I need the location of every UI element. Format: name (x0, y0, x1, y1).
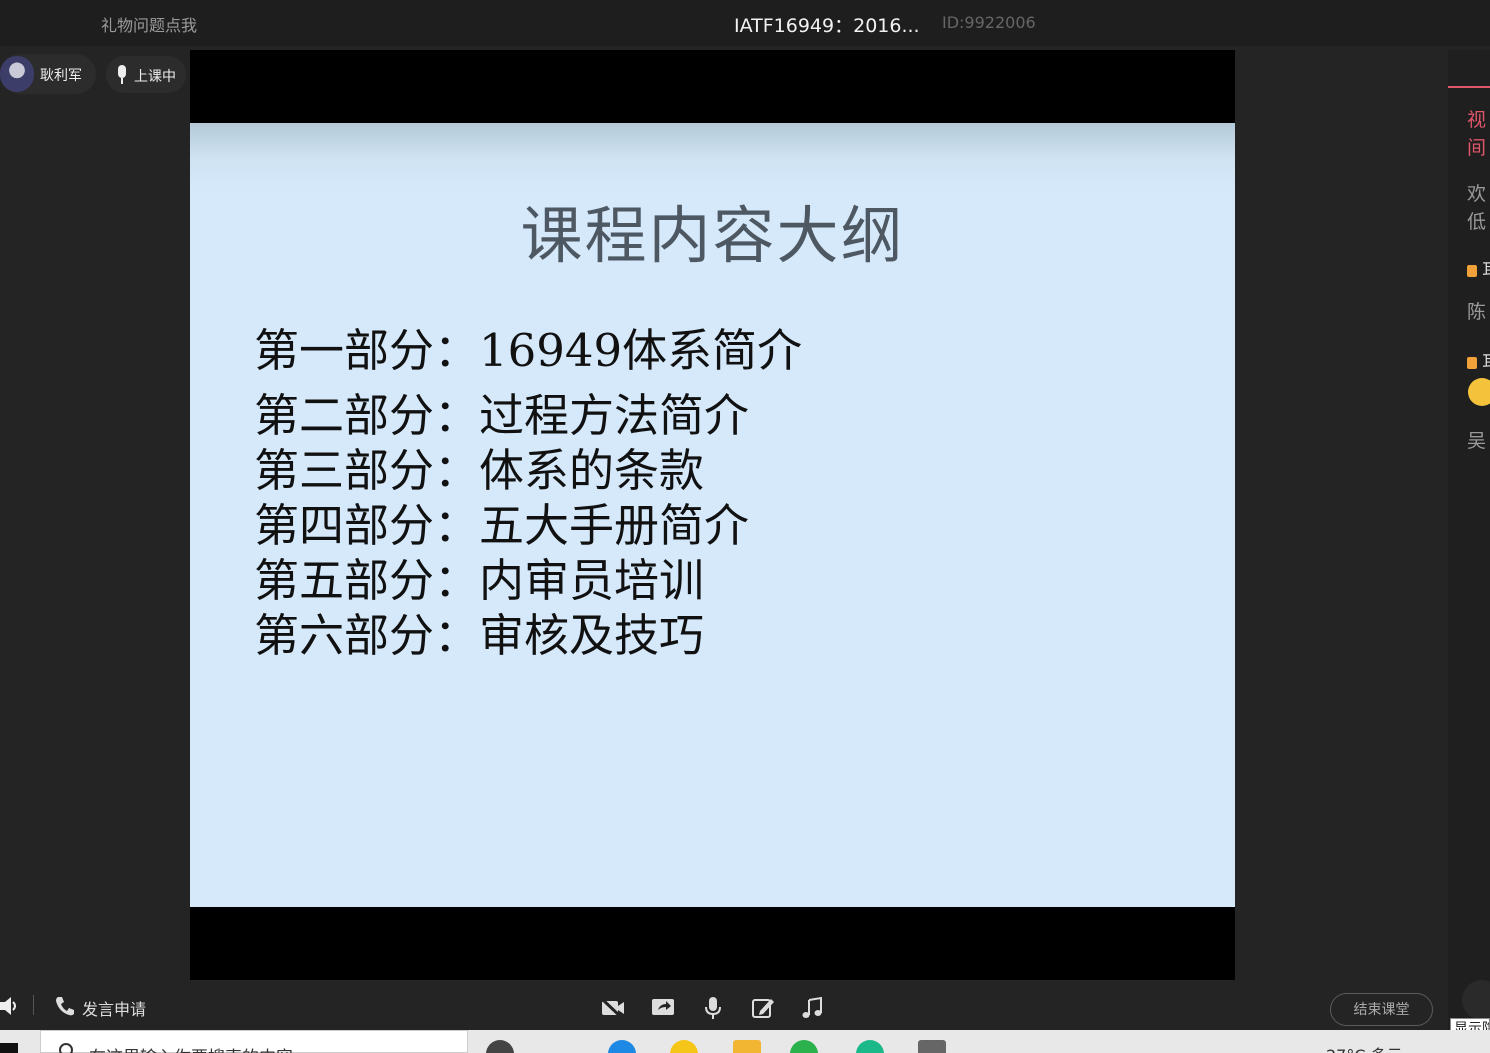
slide-outline: 第一部分：16949体系简介 第二部分：过程方法简介 第三部分：体系的条款 第四… (254, 323, 802, 663)
windows-start-icon[interactable] (0, 1043, 18, 1053)
welcome-message: 欢 低 (1467, 183, 1487, 233)
phone-icon[interactable] (54, 995, 76, 1017)
app-icon[interactable] (670, 1040, 698, 1053)
user-badge-icon (1467, 264, 1477, 277)
browser-icon[interactable] (608, 1040, 636, 1053)
microphone-icon (118, 65, 126, 84)
grin-emoji-icon (1468, 378, 1490, 406)
outline-item: 第二部分：过程方法简介 (254, 389, 750, 442)
speaker-icon[interactable] (0, 995, 18, 1017)
app-icon[interactable] (918, 1040, 946, 1053)
chat-user-name: 吴 (1467, 430, 1487, 452)
slide-title: 课程内容大纲 (520, 199, 905, 272)
user-badge-icon (1467, 356, 1477, 369)
cortana-icon[interactable] (486, 1040, 514, 1053)
search-placeholder: 在这里输入你要搜索的内容 (89, 1043, 293, 1053)
chat-badge-line: 耳 (1467, 256, 1490, 280)
floating-action-button[interactable] (1462, 980, 1490, 1020)
microphone-icon[interactable] (700, 996, 726, 1020)
taskbar-search[interactable]: 在这里输入你要搜索的内容 (40, 1030, 468, 1053)
slide-content: 课程内容大纲 第一部分：16949体系简介 第二部分：过程方法简介 第三部分：体… (190, 123, 1235, 907)
chat-notice: 视 间 (1467, 106, 1490, 162)
app-icon[interactable] (856, 1040, 884, 1053)
end-class-button[interactable]: 结束课堂 (1330, 993, 1433, 1026)
room-id: ID:9922006 (942, 13, 1036, 32)
active-tab-indicator (1448, 86, 1490, 88)
class-status-label: 上课中 (134, 69, 176, 85)
divider (33, 995, 34, 1015)
chat-badge-line: 耳 (1467, 348, 1490, 372)
wechat-icon[interactable] (790, 1040, 818, 1053)
notice-text: 视 间 (1467, 109, 1487, 159)
music-icon[interactable] (800, 996, 826, 1020)
screen-share-icon[interactable] (650, 996, 676, 1020)
teacher-chip[interactable]: 耿利军 (0, 54, 96, 94)
top-bar: 礼物问题点我 IATF16949：2016... ID:9922006 (0, 0, 1490, 46)
chat-panel: 视 间 欢 低 耳 陈 耳 吴 (1448, 50, 1490, 1030)
outline-item: 第三部分：体系的条款 (254, 444, 705, 497)
chat-badge-text: 耳 (1482, 260, 1490, 279)
outline-item: 第五部分：内审员培训 (254, 554, 705, 607)
course-title: IATF16949：2016... (734, 15, 920, 37)
class-status-chip: 上课中 (106, 56, 186, 93)
apply-speak-button[interactable]: 发言申请 (82, 996, 146, 1020)
outline-item: 第六部分：审核及技巧 (254, 609, 705, 662)
taskbar: 在这里输入你要搜索的内容 27°C 多云 (0, 1030, 1490, 1053)
folder-icon[interactable] (733, 1040, 761, 1053)
chat-user-name: 陈 (1467, 301, 1487, 323)
chat-badge-text: 耳 (1482, 352, 1490, 371)
outline-item: 第一部分：16949体系简介 (254, 324, 803, 377)
teacher-name: 耿利军 (40, 68, 82, 84)
camera-off-icon[interactable] (600, 996, 626, 1020)
weather-status: 27°C 多云 (1326, 1042, 1403, 1053)
avatar (0, 56, 34, 92)
search-icon (59, 1043, 73, 1053)
bottom-controls: 发言申请 结束课堂 (0, 983, 1448, 1029)
edit-icon[interactable] (750, 996, 776, 1020)
gift-help-link[interactable]: 礼物问题点我 (101, 12, 197, 36)
outline-item: 第四部分：五大手册简介 (254, 499, 750, 552)
